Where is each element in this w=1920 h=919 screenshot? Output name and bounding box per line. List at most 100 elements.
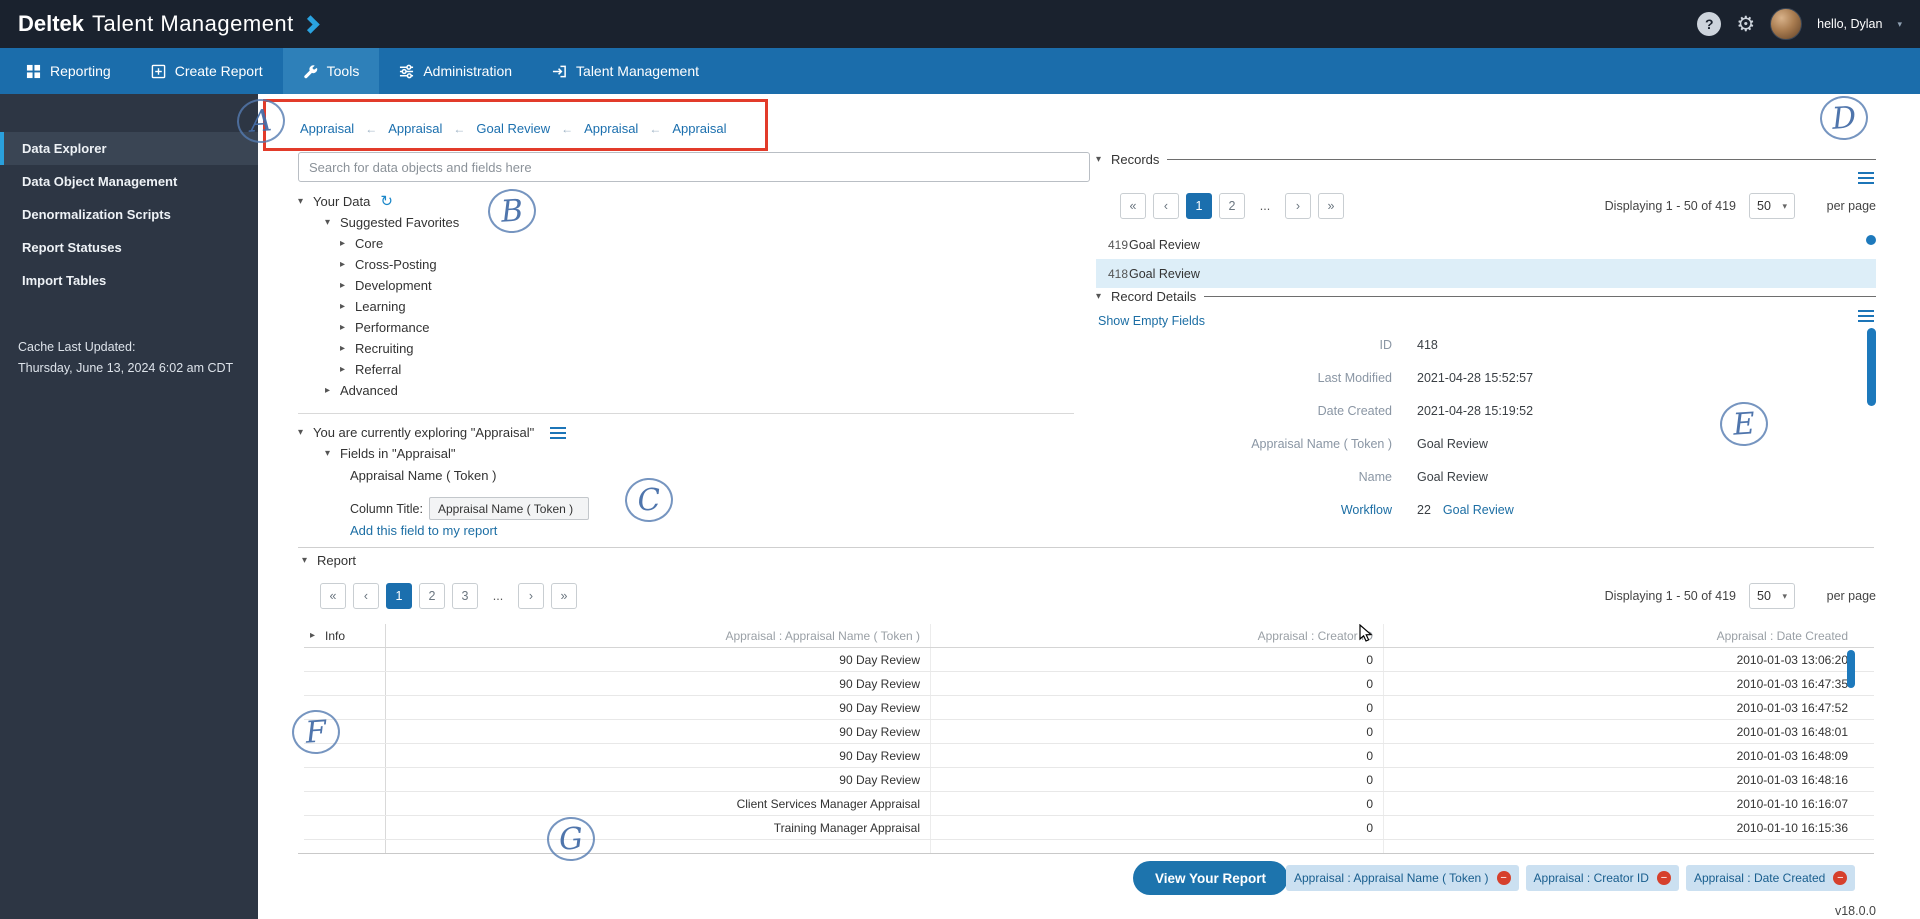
page-button-1[interactable]: 1 (1186, 193, 1212, 219)
record-list-item-selected[interactable]: 418 Goal Review (1096, 259, 1876, 288)
refresh-icon[interactable]: ↻ (380, 191, 393, 212)
nav-item-create-report[interactable]: Create Report (131, 48, 283, 94)
avatar[interactable] (1770, 8, 1802, 40)
nav-item-talent-management[interactable]: Talent Management (532, 48, 719, 94)
view-your-report-button[interactable]: View Your Report (1133, 861, 1288, 895)
caret-right-icon[interactable]: ▸ (340, 359, 355, 380)
caret-right-icon[interactable]: ▸ (340, 275, 355, 296)
table-row[interactable]: 90 Day Review 0 2010-01-03 16:48:16 (304, 768, 1874, 792)
caret-right-icon[interactable]: ▸ (340, 317, 355, 338)
remove-chip-icon[interactable]: − (1497, 871, 1511, 885)
table-row-partial[interactable] (304, 840, 1874, 853)
breadcrumb-item[interactable]: Appraisal (388, 121, 442, 136)
tree-item-learning[interactable]: ▸ Learning (298, 296, 459, 317)
sidebar-item-data-object-management[interactable]: Data Object Management (0, 165, 258, 198)
last-page-button[interactable]: » (1318, 193, 1344, 219)
column-title-input[interactable] (429, 497, 589, 520)
nav-item-tools[interactable]: Tools (283, 48, 380, 94)
workflow-link[interactable]: Workflow (1096, 503, 1392, 517)
sidebar-item-import-tables[interactable]: Import Tables (0, 264, 258, 297)
remove-chip-icon[interactable]: − (1833, 871, 1847, 885)
chip-date-created[interactable]: Appraisal : Date Created − (1686, 865, 1855, 891)
add-field-link[interactable]: Add this field to my report (350, 523, 497, 538)
field-name[interactable]: Appraisal Name ( Token ) (350, 468, 496, 483)
tree-item-referral[interactable]: ▸ Referral (298, 359, 459, 380)
search-input[interactable] (298, 152, 1090, 182)
field-list-icon[interactable] (550, 427, 566, 439)
caret-right-icon[interactable]: ▸ (340, 296, 355, 317)
next-page-button[interactable]: › (1285, 193, 1311, 219)
page-button-3[interactable]: 3 (452, 583, 478, 609)
chip-appraisal-name[interactable]: Appraisal : Appraisal Name ( Token ) − (1286, 865, 1519, 891)
chip-creator-id[interactable]: Appraisal : Creator ID − (1526, 865, 1679, 891)
caret-down-icon[interactable]: ▾ (298, 427, 313, 438)
per-page-select[interactable]: 50 ▾ (1749, 583, 1795, 609)
breadcrumb-item[interactable]: Goal Review (476, 121, 550, 136)
caret-right-icon[interactable]: ▸ (325, 380, 340, 401)
table-row[interactable]: Client Services Manager Appraisal 0 2010… (304, 792, 1874, 816)
tree-item-development[interactable]: ▸ Development (298, 275, 459, 296)
record-details-list-icon[interactable] (1858, 310, 1874, 322)
gear-icon[interactable]: ⚙ (1736, 12, 1755, 37)
records-list-icon[interactable] (1858, 172, 1874, 184)
show-empty-fields-link[interactable]: Show Empty Fields (1098, 314, 1205, 328)
prev-page-button[interactable]: ‹ (353, 583, 379, 609)
column-header-date-created[interactable]: Appraisal : Date Created (1384, 624, 1874, 647)
first-page-button[interactable]: « (1120, 193, 1146, 219)
user-greeting[interactable]: hello, Dylan (1817, 17, 1882, 31)
workflow-value-link[interactable]: Goal Review (1443, 503, 1514, 517)
table-row[interactable]: 90 Day Review 0 2010-01-03 16:48:09 (304, 744, 1874, 768)
tree-item-suggested-favorites[interactable]: ▾ Suggested Favorites (298, 212, 459, 233)
caret-right-icon[interactable]: ▸ (340, 233, 355, 254)
caret-right-icon[interactable]: ▸ (340, 338, 355, 359)
caret-down-icon[interactable]: ▾ (1096, 154, 1111, 165)
chevron-down-icon[interactable]: ▾ (1897, 19, 1902, 30)
caret-down-icon[interactable]: ▾ (325, 448, 340, 459)
caret-right-icon[interactable]: ▸ (310, 624, 325, 648)
caret-down-icon[interactable]: ▾ (302, 555, 317, 566)
table-row[interactable]: 90 Day Review 0 2010-01-03 16:47:52 (304, 696, 1874, 720)
tree-item-core[interactable]: ▸ Core (298, 233, 459, 254)
nav-item-administration[interactable]: Administration (379, 48, 532, 94)
tree-item-advanced[interactable]: ▸ Advanced (298, 380, 459, 401)
record-details-scrollbar-thumb[interactable] (1867, 328, 1876, 406)
top-header-bar: Deltek Talent Management ? ⚙ hello, Dyla… (0, 0, 1920, 48)
caret-down-icon[interactable]: ▾ (298, 191, 313, 212)
next-page-button[interactable]: › (518, 583, 544, 609)
breadcrumb-item[interactable]: Appraisal (672, 121, 726, 136)
help-icon[interactable]: ? (1697, 12, 1721, 36)
breadcrumb-item[interactable]: Appraisal (300, 121, 354, 136)
caret-right-icon[interactable]: ▸ (340, 254, 355, 275)
table-row[interactable]: 90 Day Review 0 2010-01-03 13:06:20 (304, 648, 1874, 672)
tree-item-recruiting[interactable]: ▸ Recruiting (298, 338, 459, 359)
sidebar-item-data-explorer[interactable]: Data Explorer (0, 132, 258, 165)
column-header-creator-id[interactable]: Appraisal : Creator ID (931, 624, 1384, 647)
tree-item-your-data[interactable]: ▾ Your Data ↻ (298, 191, 459, 212)
last-page-button[interactable]: » (551, 583, 577, 609)
prev-page-button[interactable]: ‹ (1153, 193, 1179, 219)
table-row[interactable]: Training Manager Appraisal 0 2010-01-10 … (304, 816, 1874, 840)
record-list-item[interactable]: 419 Goal Review (1096, 230, 1876, 259)
records-scrollbar-thumb[interactable] (1866, 235, 1876, 245)
sidebar-item-report-statuses[interactable]: Report Statuses (0, 231, 258, 264)
topbar-right: ? ⚙ hello, Dylan ▾ (1697, 8, 1902, 40)
report-scrollbar-thumb[interactable] (1847, 650, 1855, 688)
page-button-2[interactable]: 2 (1219, 193, 1245, 219)
nav-item-reporting[interactable]: Reporting (6, 48, 131, 94)
caret-down-icon[interactable]: ▾ (325, 212, 340, 233)
info-column-header[interactable]: ▸ Info (304, 624, 386, 647)
first-page-button[interactable]: « (320, 583, 346, 609)
caret-down-icon[interactable]: ▾ (1096, 291, 1111, 302)
reporting-grid-icon (26, 64, 41, 79)
table-row[interactable]: 90 Day Review 0 2010-01-03 16:48:01 (304, 720, 1874, 744)
page-button-2[interactable]: 2 (419, 583, 445, 609)
sidebar-item-denormalization-scripts[interactable]: Denormalization Scripts (0, 198, 258, 231)
page-button-1[interactable]: 1 (386, 583, 412, 609)
remove-chip-icon[interactable]: − (1657, 871, 1671, 885)
table-row[interactable]: 90 Day Review 0 2010-01-03 16:47:35 (304, 672, 1874, 696)
column-header-appraisal-name[interactable]: Appraisal : Appraisal Name ( Token ) (386, 624, 931, 647)
per-page-select[interactable]: 50 ▾ (1749, 193, 1795, 219)
breadcrumb-item[interactable]: Appraisal (584, 121, 638, 136)
tree-item-performance[interactable]: ▸ Performance (298, 317, 459, 338)
tree-item-cross-posting[interactable]: ▸ Cross-Posting (298, 254, 459, 275)
